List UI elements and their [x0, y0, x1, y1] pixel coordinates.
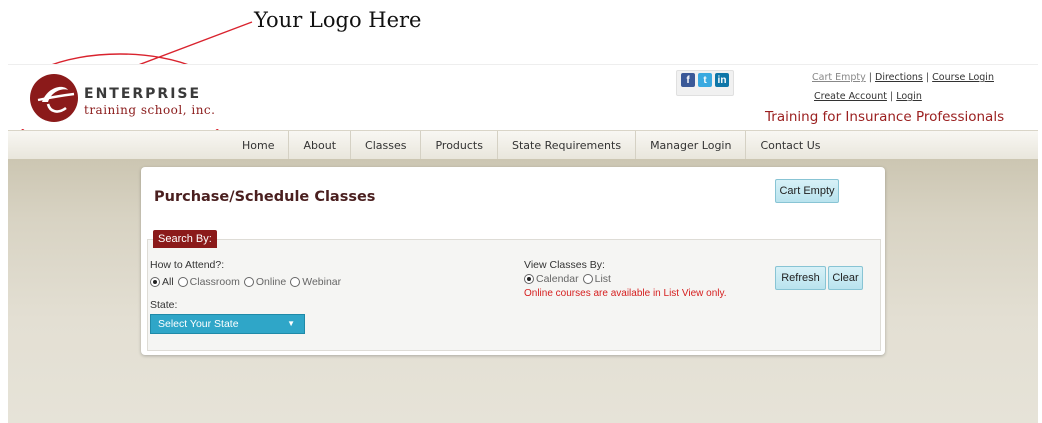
tagline: Training for Insurance Professionals	[765, 109, 1005, 125]
state-select[interactable]: Select Your State ▼	[150, 314, 305, 334]
link-separator: |	[868, 72, 872, 83]
link-separator: |	[925, 72, 930, 83]
directions-link[interactable]: Directions	[875, 72, 923, 83]
search-by-tab: Search By:	[153, 230, 217, 248]
twitter-icon[interactable]: t	[698, 73, 712, 87]
attend-option-classroom[interactable]: Classroom	[177, 276, 240, 288]
refresh-button[interactable]: Refresh	[775, 266, 826, 290]
link-separator: |	[889, 91, 894, 102]
main-nav: Home About Classes Products State Requir…	[8, 130, 1038, 160]
logo-name[interactable]: ENTERPRISE	[84, 86, 201, 102]
schedule-panel: Purchase/Schedule Classes Cart Empty Sea…	[141, 167, 885, 355]
attend-option-webinar[interactable]: Webinar	[290, 276, 341, 288]
top-links: Cart Empty | Directions | Course Login C…	[812, 72, 994, 102]
annotation-label: Your Logo Here	[254, 8, 422, 32]
state-label: State:	[150, 299, 178, 311]
cart-link[interactable]: Cart Empty	[812, 72, 866, 83]
view-label: View Classes By:	[524, 259, 605, 271]
nav-contact-us[interactable]: Contact Us	[746, 131, 834, 159]
cart-button[interactable]: Cart Empty	[775, 179, 839, 203]
nav-home[interactable]: Home	[228, 131, 290, 159]
view-option-calendar[interactable]: Calendar	[524, 273, 579, 285]
facebook-icon[interactable]: f	[681, 73, 695, 87]
view-option-list[interactable]: List	[582, 273, 611, 285]
attend-option-online[interactable]: Online	[243, 276, 286, 288]
nav-state-requirements[interactable]: State Requirements	[498, 131, 637, 159]
view-radio-group: Calendar List	[524, 273, 615, 285]
nav-about[interactable]: About	[289, 131, 352, 159]
state-select-value: Select Your State	[158, 318, 239, 330]
radio-icon[interactable]	[290, 277, 301, 287]
create-account-link[interactable]: Create Account	[814, 91, 887, 102]
page-title: Purchase/Schedule Classes	[154, 189, 376, 205]
logo-subtitle: training school, inc.	[84, 103, 216, 117]
login-link[interactable]: Login	[896, 91, 922, 102]
clear-button[interactable]: Clear	[828, 266, 863, 290]
nav-products[interactable]: Products	[421, 131, 498, 159]
logo-mark-icon[interactable]	[28, 72, 80, 124]
attend-option-all[interactable]: All	[150, 276, 174, 288]
nav-classes[interactable]: Classes	[351, 131, 422, 159]
radio-icon[interactable]	[177, 277, 188, 287]
search-form	[147, 239, 881, 351]
annotation-arrow	[124, 21, 253, 71]
social-links: f t in	[676, 70, 734, 96]
chevron-down-icon: ▼	[287, 319, 295, 328]
nav-manager-login[interactable]: Manager Login	[636, 131, 747, 159]
radio-icon[interactable]	[150, 277, 160, 287]
list-view-note: Online courses are available in List Vie…	[524, 288, 727, 299]
course-login-link[interactable]: Course Login	[932, 72, 994, 83]
attend-radio-group: All Classroom Online Webinar	[150, 276, 345, 288]
attend-label: How to Attend?:	[150, 259, 225, 271]
radio-icon[interactable]	[524, 274, 534, 284]
linkedin-icon[interactable]: in	[715, 73, 729, 87]
radio-icon[interactable]	[582, 274, 593, 284]
radio-icon[interactable]	[243, 277, 254, 287]
